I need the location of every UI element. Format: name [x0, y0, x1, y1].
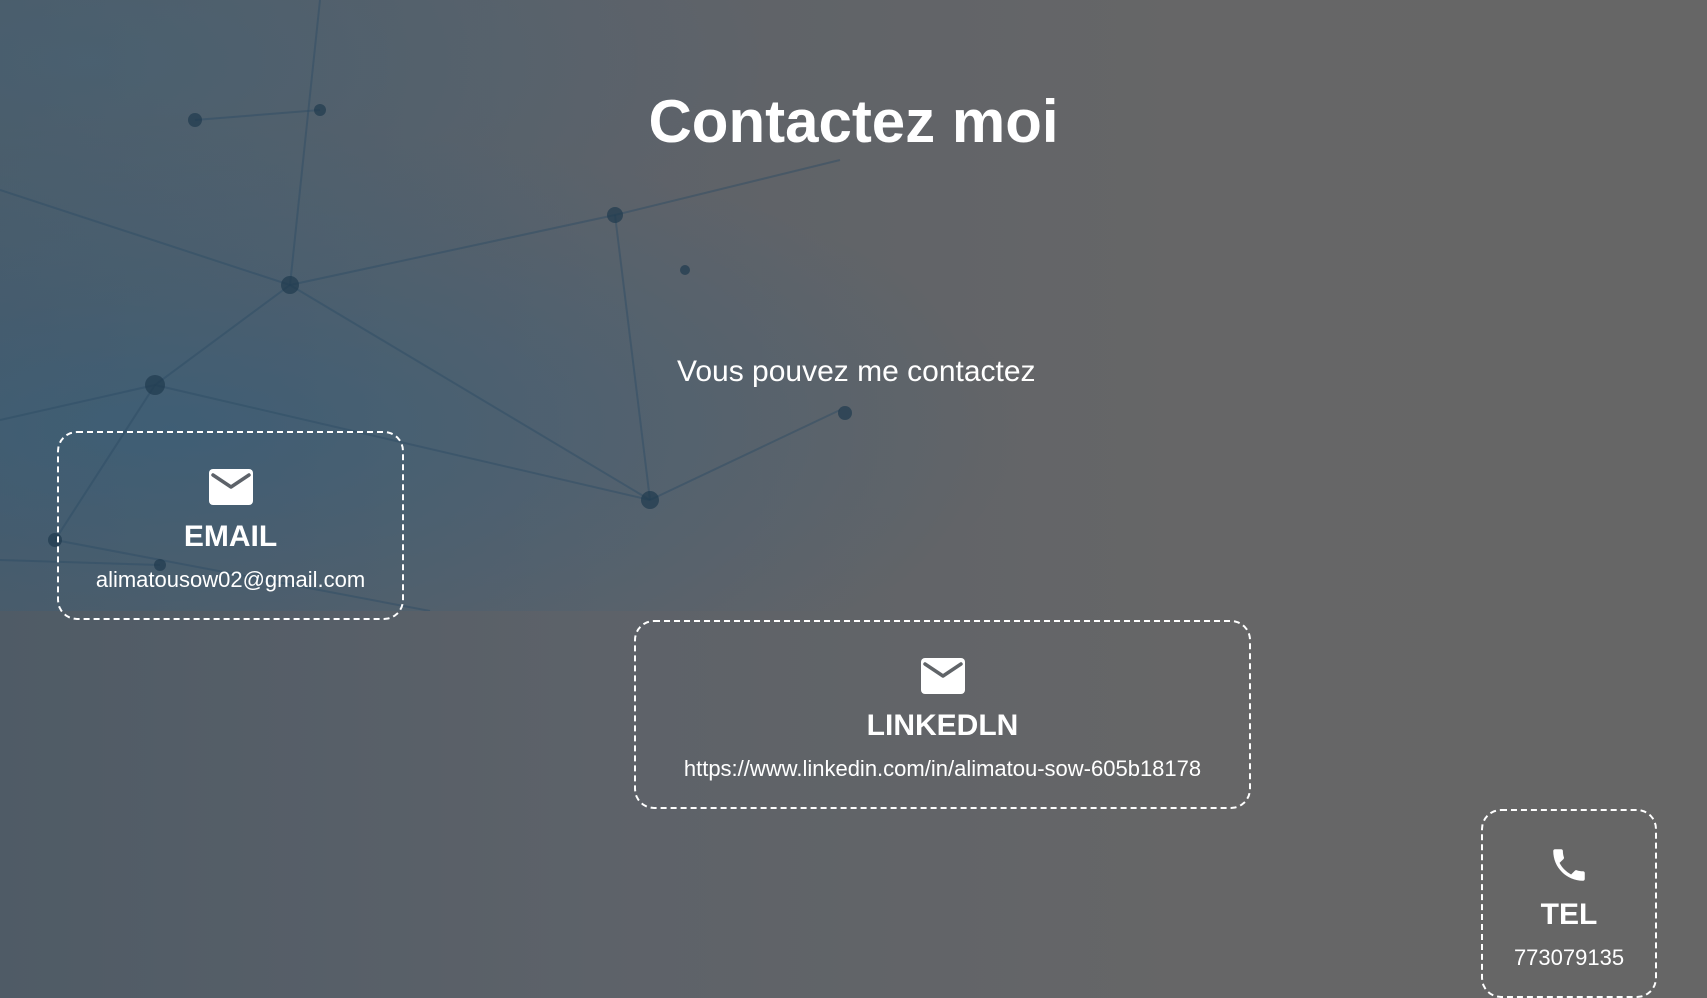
envelope-icon — [208, 464, 254, 510]
section-subtitle: Vous pouvez me contactez — [677, 355, 1036, 388]
email-address-link[interactable]: alimatousow02@gmail.com — [96, 566, 365, 594]
envelope-icon — [920, 653, 966, 699]
contact-label-linkedin: LINKEDLN — [866, 709, 1019, 742]
contact-card-email: EMAIL alimatousow02@gmail.com — [57, 431, 404, 620]
linkedin-url-link[interactable]: https://www.linkedin.com/in/alimatou-sow… — [684, 755, 1201, 783]
contact-label-email: EMAIL — [183, 520, 278, 553]
contact-label-tel: TEL — [1540, 898, 1598, 931]
phone-icon — [1546, 842, 1592, 888]
contact-card-tel: TEL 773079135 — [1481, 809, 1657, 998]
page-title: Contactez moi — [648, 88, 1059, 155]
contact-card-linkedin: LINKEDLN https://www.linkedin.com/in/ali… — [634, 620, 1251, 809]
phone-number-link[interactable]: 773079135 — [1514, 944, 1624, 972]
